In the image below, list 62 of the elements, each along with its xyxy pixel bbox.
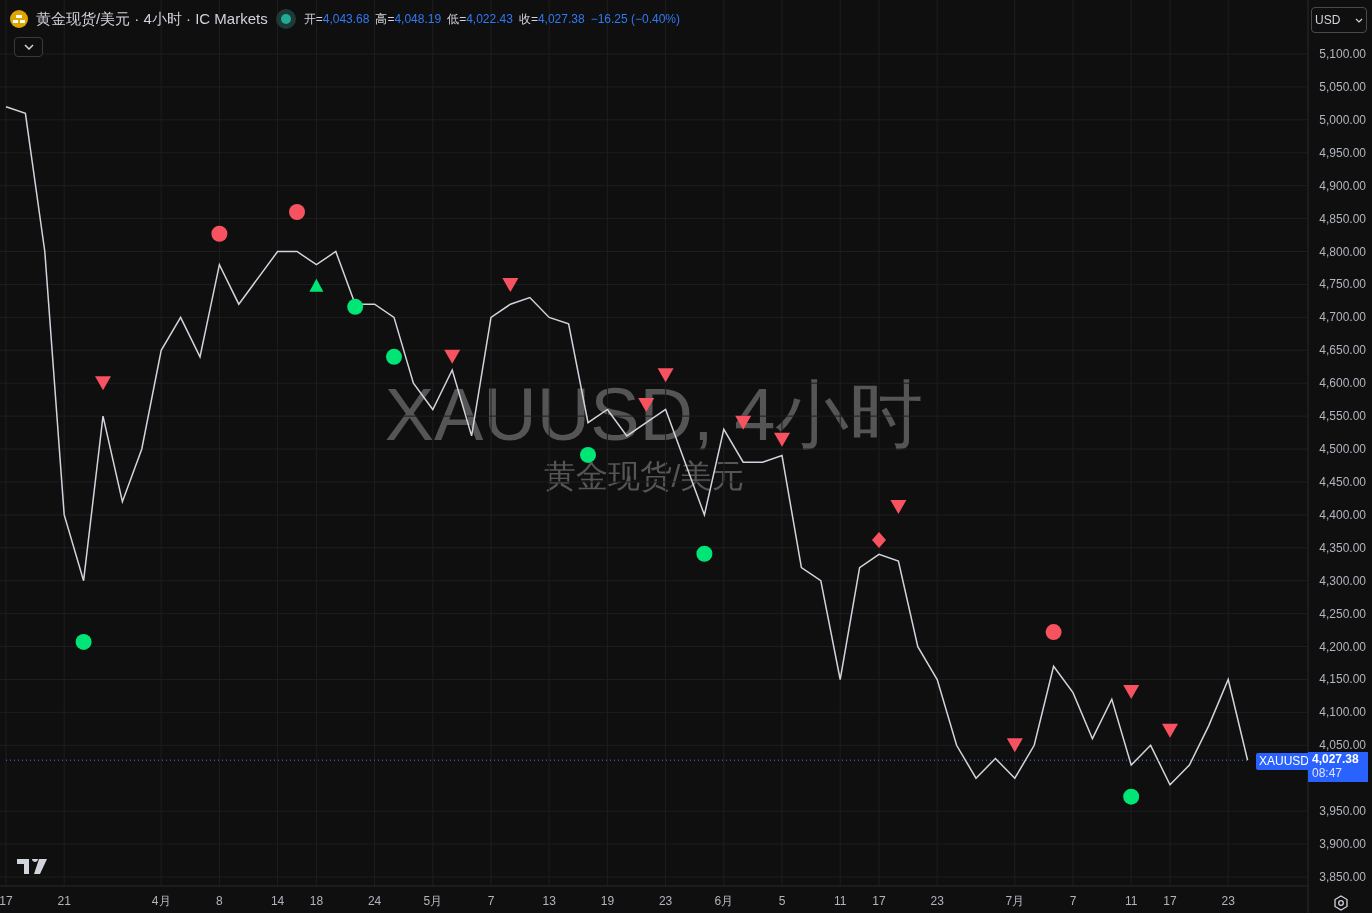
price-axis-label: 4,550.00 xyxy=(1319,409,1366,424)
tradingview-logo-icon[interactable] xyxy=(17,859,47,874)
price-axis-label: 4,900.00 xyxy=(1319,178,1366,193)
time-axis-label: 24 xyxy=(367,894,382,908)
price-axis-label: 4,600.00 xyxy=(1319,376,1366,391)
time-axis-label: 17 xyxy=(872,894,886,908)
time-axis-label: 19 xyxy=(600,894,615,908)
time-axis-label: 13 xyxy=(542,894,556,908)
chevron-down-icon xyxy=(23,44,34,50)
last-price: 4,027.38 xyxy=(1312,752,1360,766)
price-axis-label: 4,250.00 xyxy=(1319,606,1366,621)
price-axis-label: 4,500.00 xyxy=(1319,442,1366,457)
time-axis-label: 5 xyxy=(778,894,786,908)
time-axis-label: 17 xyxy=(1163,894,1177,908)
time-axis-label: 4月 xyxy=(151,894,171,908)
time-axis-label: 6月 xyxy=(714,894,734,908)
price-axis-label: 4,350.00 xyxy=(1319,540,1366,555)
ohlc-value: 低=4,022.43 xyxy=(447,11,513,29)
time-axis-label: 18 xyxy=(309,894,324,908)
price-axis-label: 4,450.00 xyxy=(1319,474,1366,489)
time-axis-label: 11 xyxy=(833,894,847,908)
bar-countdown: 08:47 xyxy=(1312,766,1344,780)
price-axis-label: 5,050.00 xyxy=(1319,79,1366,94)
price-axis-label: 5,000.00 xyxy=(1319,112,1366,127)
price-axis-label: 4,400.00 xyxy=(1319,507,1366,522)
ohlc-value: 收=4,027.38 xyxy=(518,11,585,29)
time-axis-label: 23 xyxy=(930,894,944,908)
time-axis-label: 14 xyxy=(270,894,285,908)
price-axis-label: 5,100.00 xyxy=(1319,47,1366,61)
time-axis-label: 23 xyxy=(658,894,673,908)
currency-dropdown[interactable]: USD xyxy=(1311,7,1367,33)
time-axis-label: 11 xyxy=(1124,894,1138,908)
price-axis-label: 4,700.00 xyxy=(1319,310,1366,325)
time-axis-label: 7 xyxy=(487,894,495,908)
collapse-button[interactable] xyxy=(14,37,43,57)
time-axis-label: 8 xyxy=(216,894,223,908)
price-axis-label: 4,800.00 xyxy=(1319,244,1366,259)
price-axis-label: 4,050.00 xyxy=(1319,738,1366,753)
price-axis-label: 4,300.00 xyxy=(1319,573,1366,588)
time-axis-label: 17 xyxy=(0,894,13,908)
time-axis-label: 21 xyxy=(57,894,71,908)
ohlc-value: 开=4,043.68 xyxy=(303,11,370,29)
price-axis-label: 4,200.00 xyxy=(1319,639,1366,654)
time-axis-label: 7 xyxy=(1069,894,1077,908)
price-change: −16.25 (−0.40%) xyxy=(590,11,681,29)
time-axis-label: 5月 xyxy=(423,894,443,908)
price-axis-label: 4,950.00 xyxy=(1319,145,1366,160)
ohlc-value: 高=4,048.19 xyxy=(375,11,442,29)
time-axis-label: 7月 xyxy=(1005,894,1025,908)
price-axis-label: 4,750.00 xyxy=(1319,277,1366,292)
price-axis-label: 3,950.00 xyxy=(1319,804,1366,819)
price-axis-label: 3,900.00 xyxy=(1319,837,1366,852)
price-axis-label: 4,150.00 xyxy=(1319,672,1366,687)
price-axis-label: 4,100.00 xyxy=(1319,705,1366,720)
settings-icon[interactable] xyxy=(1332,894,1350,912)
price-axis-label: 4,650.00 xyxy=(1319,343,1366,358)
chevron-down-icon xyxy=(1355,17,1363,23)
coin-icon xyxy=(10,10,28,29)
price-axis-label: 4,850.00 xyxy=(1319,211,1366,226)
symbol-title[interactable]: 黄金现货/美元 · 4小时 · IC Markets xyxy=(36,8,268,31)
price-axis-label: 3,850.00 xyxy=(1319,870,1366,884)
time-axis-label: 23 xyxy=(1221,894,1235,908)
